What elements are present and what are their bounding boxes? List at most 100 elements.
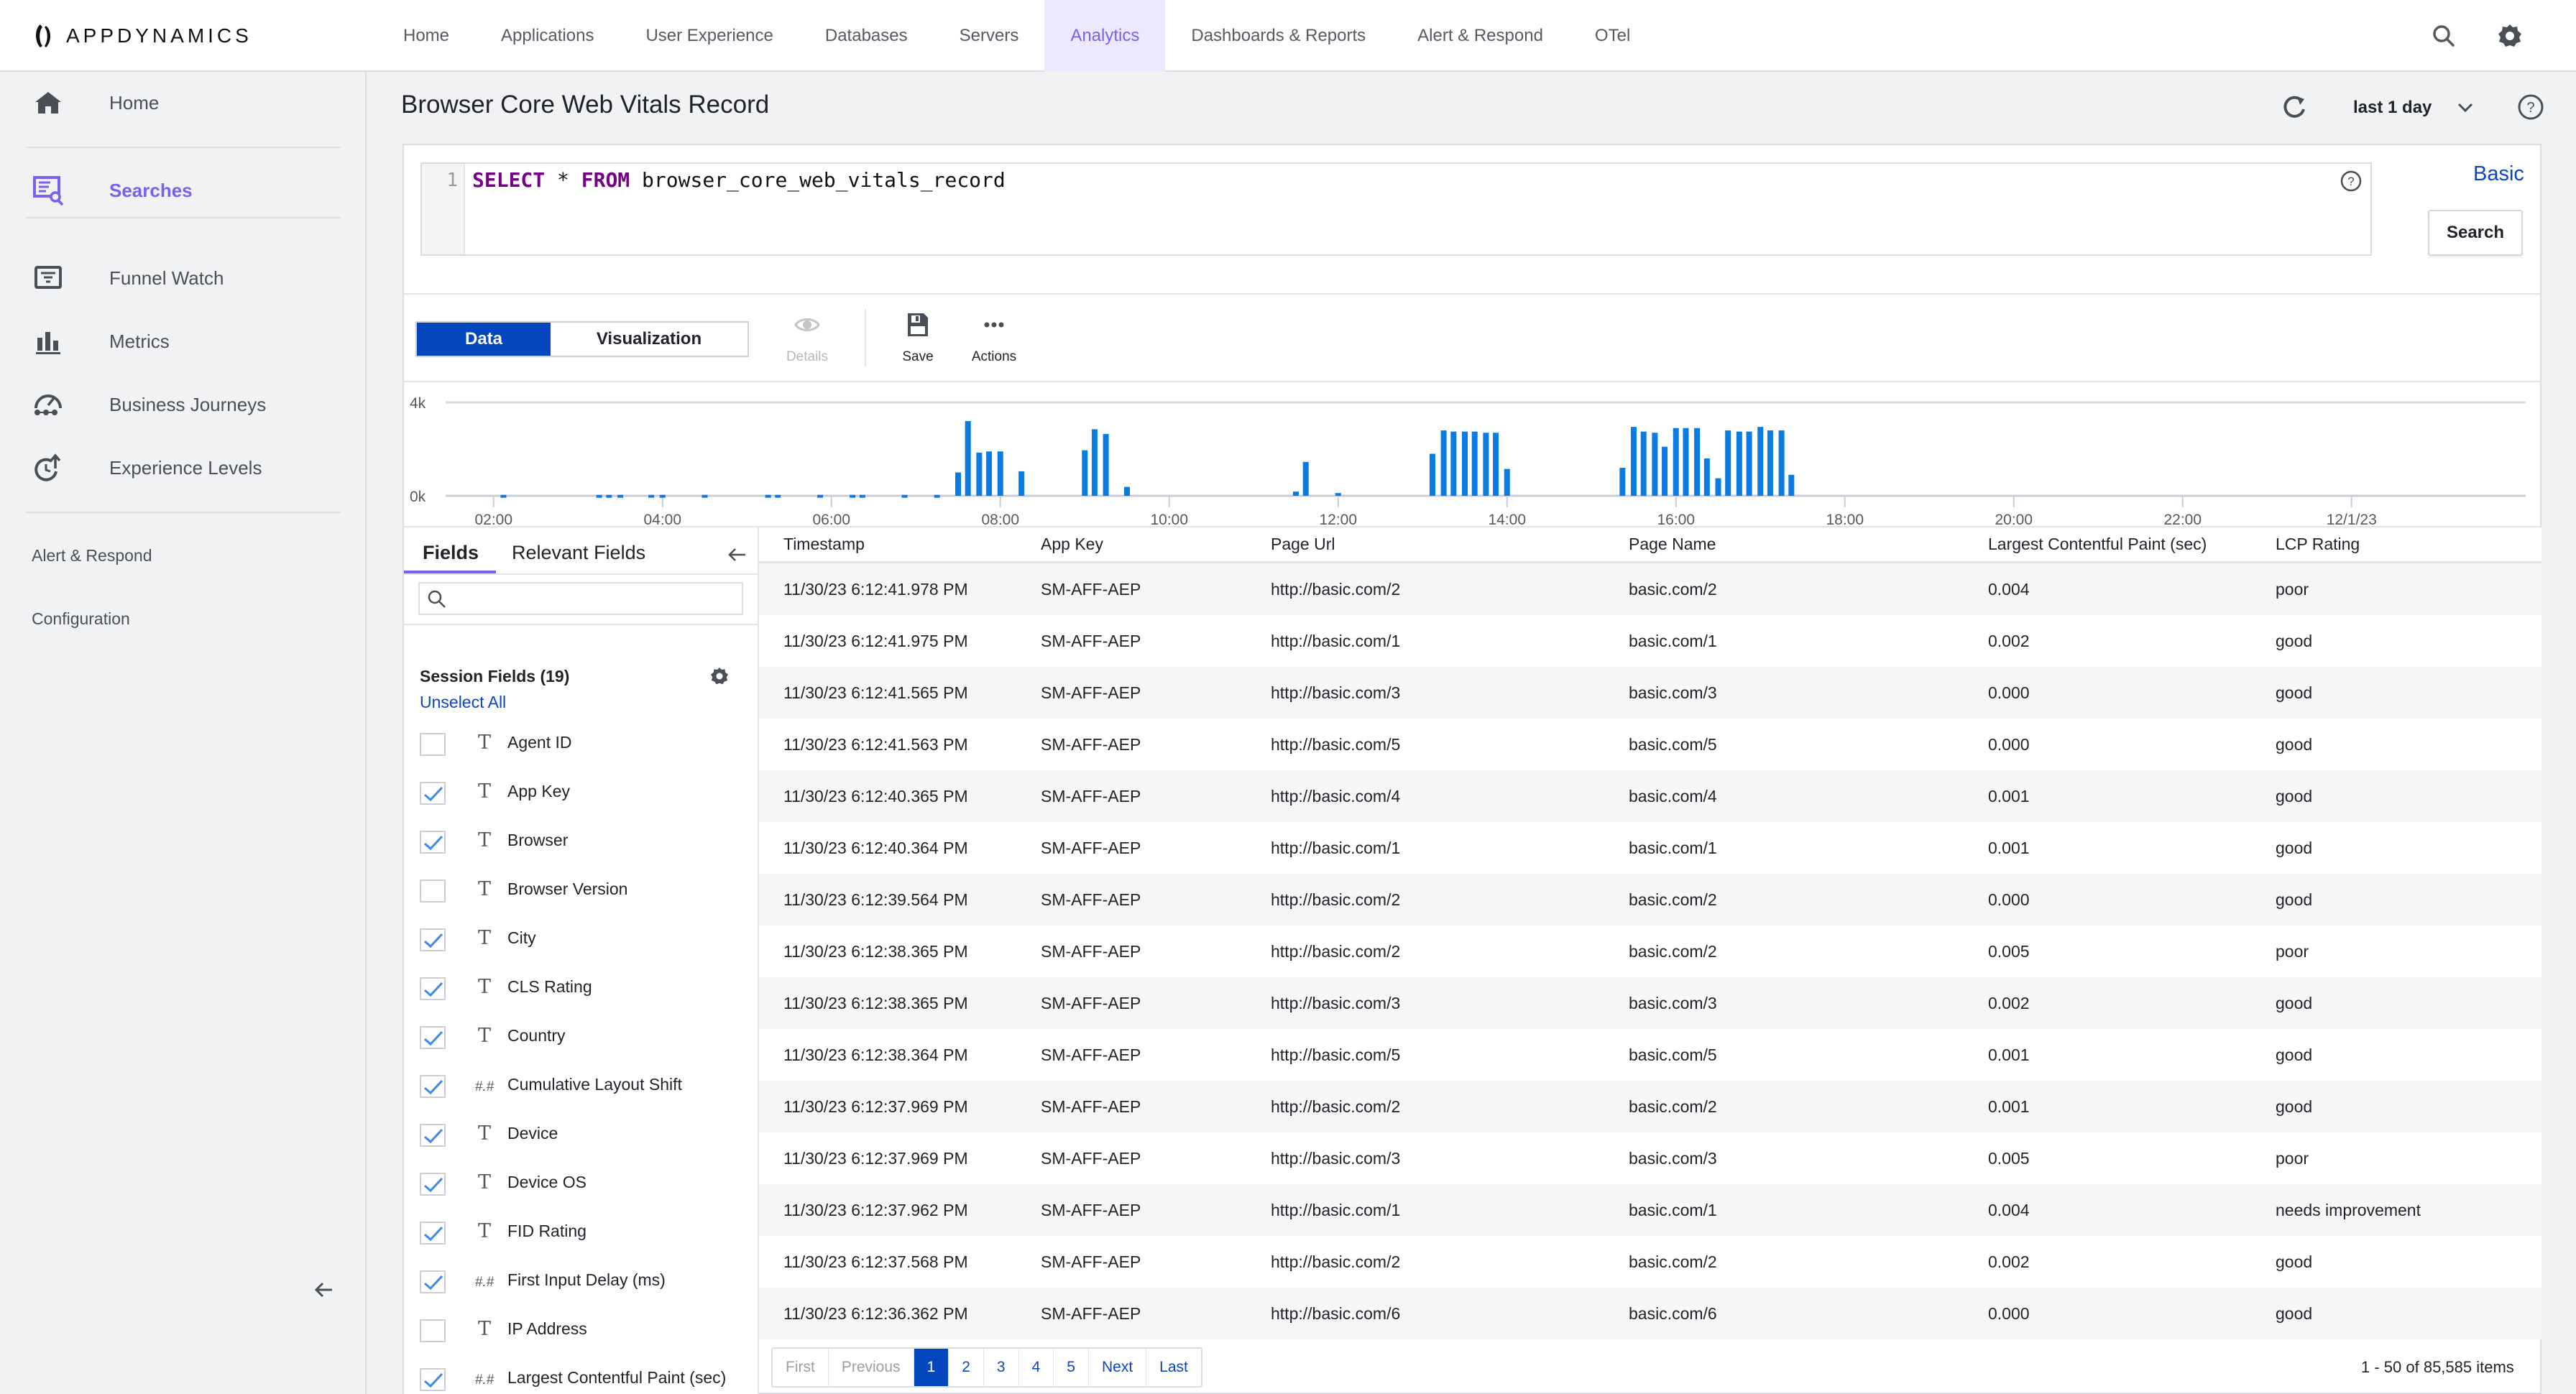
- field-checkbox[interactable]: [420, 1368, 446, 1391]
- collapse-sidebar-icon[interactable]: [313, 1279, 335, 1301]
- tab-relevant-fields[interactable]: Relevant Fields: [512, 542, 645, 564]
- field-item[interactable]: T Browser Version: [420, 877, 750, 905]
- page-3-button[interactable]: 3: [984, 1349, 1019, 1386]
- actions-button[interactable]: Actions: [962, 310, 1026, 365]
- field-checkbox[interactable]: [420, 733, 446, 756]
- table-row[interactable]: 11/30/23 6:12:40.365 PM SM-AFF-AEP http://…: [759, 770, 2542, 822]
- nav-databases[interactable]: Databases: [799, 0, 934, 72]
- appdynamics-logo[interactable]: APPDYNAMICS: [33, 22, 252, 50]
- table-row[interactable]: 11/30/23 6:12:39.564 PM SM-AFF-AEP http://…: [759, 874, 2542, 926]
- sidebar-item-experience-levels[interactable]: Experience Levels: [0, 443, 367, 493]
- nav-otel[interactable]: OTel: [1569, 0, 1656, 72]
- field-item[interactable]: #.# Largest Contentful Paint (sec): [420, 1365, 750, 1394]
- table-row[interactable]: 11/30/23 6:12:38.364 PM SM-AFF-AEP http://…: [759, 1029, 2542, 1081]
- column-header[interactable]: Page Url: [1271, 535, 1335, 554]
- nav-analytics[interactable]: Analytics: [1044, 0, 1166, 72]
- sidebar-link-alert-respond[interactable]: Alert & Respond: [32, 546, 152, 566]
- previous-page-button[interactable]: Previous: [829, 1349, 914, 1386]
- field-checkbox[interactable]: [420, 1124, 446, 1147]
- query-help-icon[interactable]: ?: [2340, 170, 2363, 193]
- column-header[interactable]: LCP Rating: [2276, 535, 2360, 554]
- table-row[interactable]: 11/30/23 6:12:38.365 PM SM-AFF-AEP http://…: [759, 926, 2542, 977]
- sidebar-item-funnel-watch[interactable]: Funnel Watch: [0, 253, 367, 303]
- first-page-button[interactable]: First: [773, 1349, 829, 1386]
- field-search-input[interactable]: [453, 586, 737, 611]
- field-item[interactable]: T Agent ID: [420, 730, 750, 759]
- time-range-selector[interactable]: last 1 day: [2353, 98, 2432, 118]
- table-row[interactable]: 11/30/23 6:12:37.962 PM SM-AFF-AEP http://…: [759, 1184, 2542, 1236]
- basic-mode-link[interactable]: Basic: [2473, 162, 2524, 186]
- help-icon[interactable]: ?: [2517, 93, 2544, 121]
- nav-alert-respond[interactable]: Alert & Respond: [1392, 0, 1569, 72]
- search-button[interactable]: Search: [2428, 210, 2523, 256]
- column-header[interactable]: Largest Contentful Paint (sec): [1988, 535, 2207, 554]
- nav-home[interactable]: Home: [377, 0, 475, 72]
- refresh-icon[interactable]: [2278, 92, 2310, 124]
- nav-servers[interactable]: Servers: [934, 0, 1045, 72]
- gear-icon[interactable]: [709, 665, 730, 687]
- tab-visualization[interactable]: Visualization: [551, 323, 748, 356]
- field-item[interactable]: T Device: [420, 1121, 750, 1150]
- column-header[interactable]: App Key: [1041, 535, 1103, 554]
- table-row[interactable]: 11/30/23 6:12:36.362 PM SM-AFF-AEP http://…: [759, 1288, 2542, 1339]
- field-checkbox[interactable]: [420, 1173, 446, 1196]
- sidebar-item-business-journeys[interactable]: Business Journeys: [0, 379, 367, 430]
- field-item[interactable]: T CLS Rating: [420, 974, 750, 1003]
- table-row[interactable]: 11/30/23 6:12:37.969 PM SM-AFF-AEP http://…: [759, 1132, 2542, 1184]
- table-row[interactable]: 11/30/23 6:12:41.975 PM SM-AFF-AEP http://…: [759, 615, 2542, 667]
- page-1-button[interactable]: 1: [914, 1349, 949, 1386]
- table-row[interactable]: 11/30/23 6:12:41.565 PM SM-AFF-AEP http://…: [759, 667, 2542, 719]
- field-item[interactable]: T FID Rating: [420, 1219, 750, 1247]
- field-checkbox[interactable]: [420, 1319, 446, 1342]
- column-header[interactable]: Timestamp: [783, 535, 865, 554]
- sidebar-item-searches[interactable]: Searches: [0, 165, 367, 216]
- field-checkbox[interactable]: [420, 782, 446, 805]
- field-item[interactable]: T Browser: [420, 828, 750, 857]
- last-page-button[interactable]: Last: [1146, 1349, 1201, 1386]
- field-item[interactable]: T Device OS: [420, 1170, 750, 1199]
- event-histogram[interactable]: 4k 0k 02:00 04:00 06:00 08:00 10:00 12:00 14:00 1…: [404, 382, 2540, 526]
- nav-applications[interactable]: Applications: [475, 0, 620, 72]
- nav-user-experience[interactable]: User Experience: [620, 0, 799, 72]
- field-item[interactable]: #.# Cumulative Layout Shift: [420, 1072, 750, 1101]
- collapse-fields-icon[interactable]: [726, 543, 749, 566]
- nav-dashboards-reports[interactable]: Dashboards & Reports: [1165, 0, 1392, 72]
- field-item[interactable]: T IP Address: [420, 1316, 750, 1345]
- table-row[interactable]: 11/30/23 6:12:38.365 PM SM-AFF-AEP http://…: [759, 977, 2542, 1029]
- field-checkbox[interactable]: [420, 880, 446, 903]
- save-button[interactable]: Save: [886, 310, 950, 365]
- page-2-button[interactable]: 2: [949, 1349, 984, 1386]
- sidebar-item-metrics[interactable]: Metrics: [0, 316, 367, 366]
- tab-fields[interactable]: Fields: [423, 542, 479, 564]
- field-item[interactable]: #.# First Input Delay (ms): [420, 1268, 750, 1296]
- field-item[interactable]: T Country: [420, 1023, 750, 1052]
- field-checkbox[interactable]: [420, 1075, 446, 1098]
- tab-data[interactable]: Data: [417, 323, 551, 356]
- table-row[interactable]: 11/30/23 6:12:37.969 PM SM-AFF-AEP http://…: [759, 1081, 2542, 1132]
- next-page-button[interactable]: Next: [1089, 1349, 1147, 1386]
- unselect-all-link[interactable]: Unselect All: [420, 693, 506, 712]
- sidebar-item-home[interactable]: Home: [0, 78, 367, 128]
- field-checkbox[interactable]: [420, 1026, 446, 1049]
- field-checkbox[interactable]: [420, 831, 446, 854]
- table-row[interactable]: 11/30/23 6:12:41.978 PM SM-AFF-AEP http://…: [759, 563, 2542, 615]
- search-icon[interactable]: [2429, 22, 2458, 50]
- table-row[interactable]: 11/30/23 6:12:41.563 PM SM-AFF-AEP http://…: [759, 719, 2542, 770]
- field-checkbox[interactable]: [420, 928, 446, 951]
- sidebar-link-configuration[interactable]: Configuration: [32, 609, 130, 629]
- query-editor[interactable]: 1 SELECT * FROM browser_core_web_vitals_…: [420, 162, 2372, 256]
- field-checkbox[interactable]: [420, 1222, 446, 1245]
- field-item[interactable]: T App Key: [420, 779, 750, 808]
- details-button[interactable]: Details: [775, 310, 840, 365]
- page-5-button[interactable]: 5: [1054, 1349, 1089, 1386]
- column-header[interactable]: Page Name: [1629, 535, 1716, 554]
- chevron-down-icon[interactable]: [2455, 98, 2475, 118]
- query-text[interactable]: SELECT * FROM browser_core_web_vitals_re…: [472, 168, 1006, 192]
- gear-icon[interactable]: [2496, 22, 2524, 50]
- table-row[interactable]: 11/30/23 6:12:40.364 PM SM-AFF-AEP http://…: [759, 822, 2542, 874]
- page-4-button[interactable]: 4: [1019, 1349, 1054, 1386]
- field-checkbox[interactable]: [420, 977, 446, 1000]
- field-search[interactable]: [418, 582, 743, 615]
- table-row[interactable]: 11/30/23 6:12:37.568 PM SM-AFF-AEP http://…: [759, 1236, 2542, 1288]
- field-item[interactable]: T City: [420, 926, 750, 954]
